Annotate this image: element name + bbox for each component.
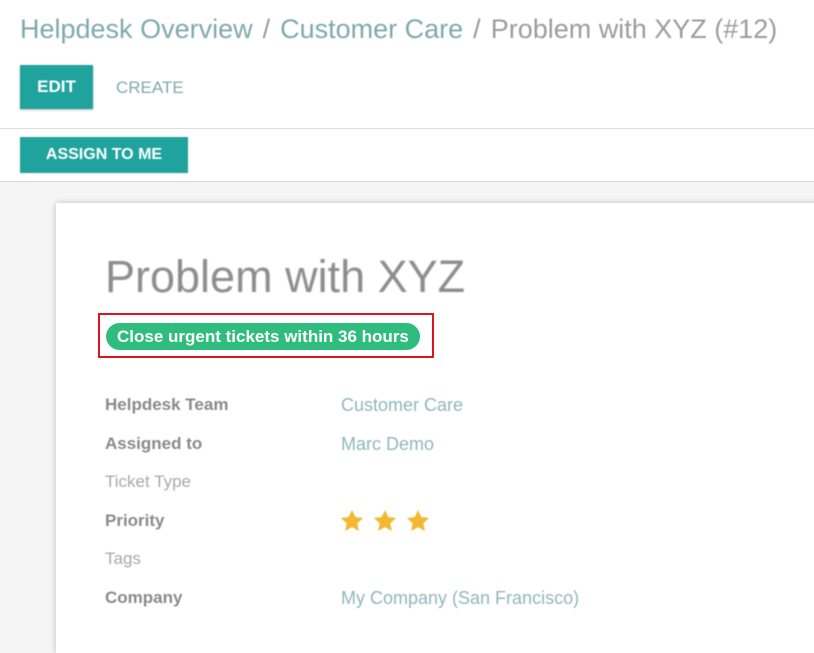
- field-label-assigned-to: Assigned to: [105, 433, 203, 453]
- field-row-helpdesk-team: Helpdesk Team Customer Care: [105, 395, 705, 434]
- breadcrumb-item-customer-care[interactable]: Customer Care: [280, 14, 463, 44]
- edit-button[interactable]: EDIT: [20, 65, 93, 109]
- field-row-assigned-to: Assigned to Marc Demo: [105, 434, 705, 473]
- helpdesk-team-link[interactable]: Customer Care: [341, 395, 463, 416]
- breadcrumb-item-helpdesk-overview[interactable]: Helpdesk Overview: [20, 14, 253, 44]
- breadcrumb-current: Problem with XYZ (#12): [490, 14, 778, 44]
- breadcrumb-separator: /: [473, 14, 481, 44]
- ticket-title: Problem with XYZ: [105, 251, 466, 302]
- field-label-priority: Priority: [105, 510, 165, 530]
- assign-to-me-button[interactable]: ASSIGN TO ME: [20, 137, 188, 173]
- create-button[interactable]: CREATE: [116, 78, 184, 98]
- assigned-to-link[interactable]: Marc Demo: [341, 434, 434, 455]
- priority-star-icon[interactable]: [405, 508, 431, 534]
- field-row-ticket-type: Ticket Type: [105, 472, 705, 511]
- sla-highlight-box: Close urgent tickets within 36 hours: [98, 313, 434, 358]
- field-label-tags: Tags: [105, 549, 141, 568]
- form-sheet: Problem with XYZ Close urgent tickets wi…: [56, 203, 814, 653]
- priority-star-icon[interactable]: [339, 508, 365, 534]
- sla-badge: Close urgent tickets within 36 hours: [106, 323, 420, 350]
- control-panel: Helpdesk Overview / Customer Care / Problem …: [0, 0, 814, 129]
- ticket-fields: Helpdesk Team Customer Care Assigned to …: [105, 395, 705, 626]
- priority-star-icon[interactable]: [372, 508, 398, 534]
- field-row-priority: Priority: [105, 508, 705, 550]
- priority-stars: [339, 508, 431, 534]
- field-row-tags: Tags: [105, 549, 705, 588]
- field-row-company: Company My Company (San Francisco): [105, 588, 705, 627]
- breadcrumb: Helpdesk Overview / Customer Care / Problem …: [20, 14, 777, 45]
- status-bar: ASSIGN TO ME: [0, 129, 814, 182]
- field-label-helpdesk-team: Helpdesk Team: [105, 395, 229, 414]
- breadcrumb-separator: /: [262, 14, 271, 44]
- field-label-company: Company: [105, 587, 183, 607]
- company-link[interactable]: My Company (San Francisco): [341, 588, 579, 609]
- field-label-ticket-type: Ticket Type: [105, 472, 191, 491]
